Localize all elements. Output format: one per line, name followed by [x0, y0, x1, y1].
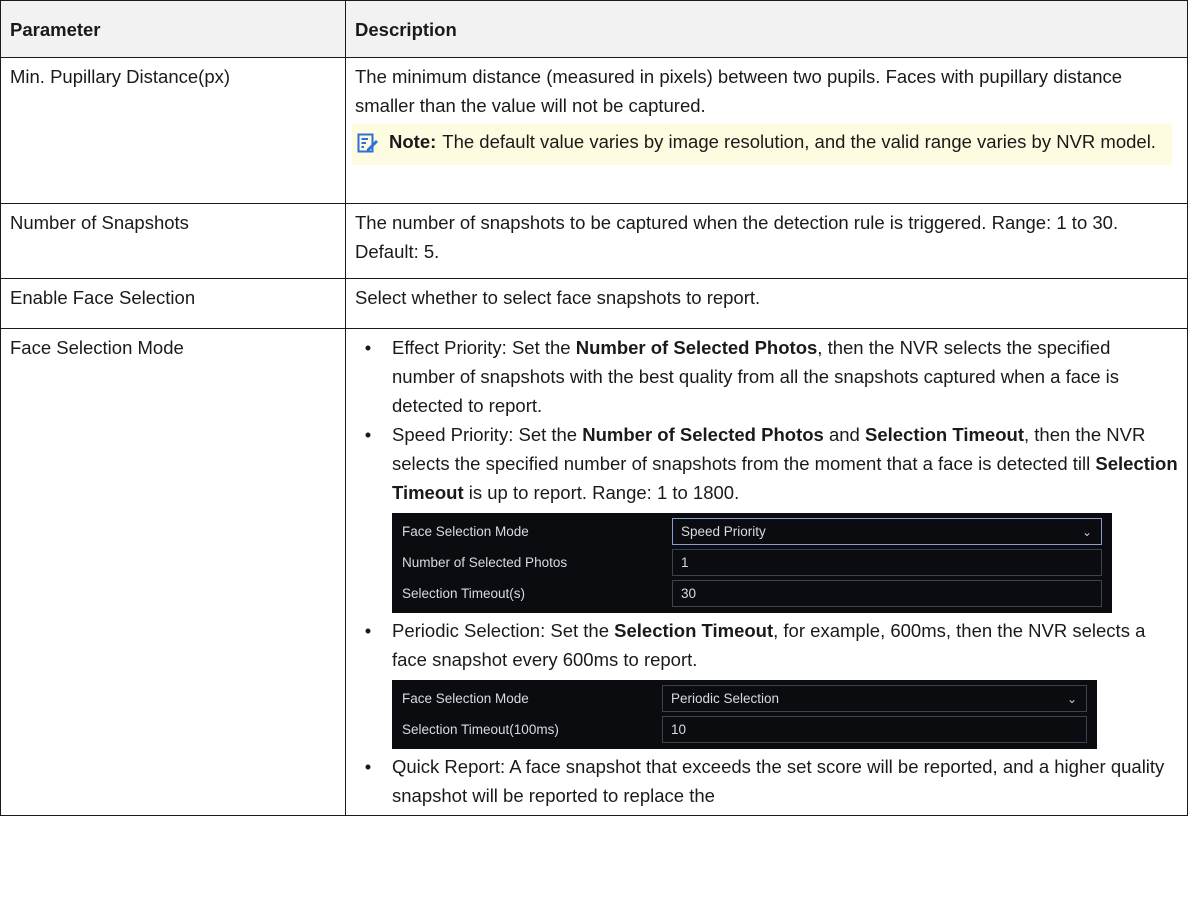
desc-min-pupillary-distance: The minimum distance (measured in pixels…	[345, 57, 1188, 204]
list-item-periodic-selection: • Periodic Selection: Set the Selection …	[355, 616, 1178, 749]
bullet: •	[364, 620, 372, 641]
setting-row: Number of Selected Photos 1	[402, 547, 1102, 578]
note-text: The default value varies by image resolu…	[442, 131, 1156, 152]
note-pen-icon	[357, 127, 385, 162]
text-run: is up to report. Range: 1 to 1800.	[463, 482, 740, 503]
note-box: Note: The default value varies by image r…	[352, 124, 1172, 165]
speed-priority-text: Speed Priority: Set the Number of Select…	[392, 424, 1178, 503]
setting-row: Face Selection Mode Speed Priority ⌄	[402, 516, 1102, 547]
bold-term: Number of Selected Photos	[575, 337, 818, 358]
text-run: Speed Priority: Set the	[392, 424, 583, 445]
face-selection-mode-dropdown[interactable]: Speed Priority ⌄	[672, 518, 1102, 545]
face-selection-mode-dropdown[interactable]: Periodic Selection ⌄	[662, 685, 1087, 712]
quick-report-text: Quick Report: A face snapshot that excee…	[392, 756, 1165, 806]
text-run: and	[823, 424, 865, 445]
desc-number-of-snapshots: The number of snapshots to be captured w…	[345, 203, 1188, 279]
number-of-selected-photos-label: Number of Selected Photos	[402, 554, 568, 570]
param-enable-face-selection: Enable Face Selection	[0, 278, 346, 329]
selected-value: Periodic Selection	[671, 690, 780, 706]
list-item-effect-priority: • Effect Priority: Set the Number of Sel…	[355, 333, 1178, 420]
table-row: Enable Face Selection Select whether to …	[0, 278, 1188, 329]
note-label: Note:	[389, 131, 437, 152]
table-row: Number of Snapshots The number of snapsh…	[0, 203, 1188, 279]
bold-term: Selection Timeout	[864, 424, 1024, 445]
bullet: •	[364, 424, 372, 445]
param-number-of-snapshots: Number of Snapshots	[0, 203, 346, 279]
table-row: Min. Pupillary Distance(px) The minimum …	[0, 57, 1188, 204]
text-run: Periodic Selection: Set the	[392, 620, 615, 641]
param-face-selection-mode: Face Selection Mode	[0, 328, 346, 816]
selection-timeout-input[interactable]: 30	[672, 580, 1102, 607]
selection-timeout-input[interactable]: 10	[662, 716, 1087, 743]
bullet: •	[364, 337, 372, 358]
header-description: Description	[345, 0, 1188, 58]
table-header-row: Parameter Description	[0, 0, 1188, 58]
bold-term: Number of Selected Photos	[582, 424, 824, 445]
periodic-selection-text: Periodic Selection: Set the Selection Ti…	[392, 620, 1145, 670]
input-value: 1	[681, 554, 689, 570]
bold-term: Selection Timeout	[614, 620, 774, 641]
chevron-down-icon: ⌄	[1081, 524, 1093, 539]
table-row: Face Selection Mode • Effect Priority: S…	[0, 328, 1188, 816]
input-value: 30	[681, 585, 697, 601]
face-selection-mode-label: Face Selection Mode	[402, 523, 529, 539]
parameter-table: Parameter Description Min. Pupillary Dis…	[0, 0, 1188, 816]
speed-priority-settings-panel: Face Selection Mode Speed Priority ⌄ Num…	[392, 513, 1112, 613]
selection-timeout-label: Selection Timeout(100ms)	[402, 721, 559, 737]
input-value: 10	[671, 721, 687, 737]
list-item-speed-priority: • Speed Priority: Set the Number of Sele…	[355, 420, 1178, 613]
header-parameter: Parameter	[0, 0, 346, 58]
list-item-quick-report: • Quick Report: A face snapshot that exc…	[355, 752, 1178, 810]
text-run: Effect Priority: Set the	[392, 337, 576, 358]
setting-row: Selection Timeout(100ms) 10	[402, 714, 1087, 745]
chevron-down-icon: ⌄	[1066, 691, 1078, 706]
description-text: The minimum distance (measured in pixels…	[355, 66, 1123, 116]
setting-row: Face Selection Mode Periodic Selection ⌄	[402, 683, 1087, 714]
mode-list: • Effect Priority: Set the Number of Sel…	[355, 333, 1178, 810]
note-content: Note: The default value varies by image r…	[385, 127, 1164, 156]
selection-timeout-label: Selection Timeout(s)	[402, 585, 526, 601]
face-selection-mode-label: Face Selection Mode	[402, 690, 529, 706]
selected-value: Speed Priority	[681, 523, 766, 539]
number-of-selected-photos-input[interactable]: 1	[672, 549, 1102, 576]
periodic-selection-settings-panel: Face Selection Mode Periodic Selection ⌄…	[392, 680, 1097, 749]
desc-enable-face-selection: Select whether to select face snapshots …	[345, 278, 1188, 329]
setting-row: Selection Timeout(s) 30	[402, 578, 1102, 609]
param-min-pupillary-distance: Min. Pupillary Distance(px)	[0, 57, 346, 204]
effect-priority-text: Effect Priority: Set the Number of Selec…	[392, 337, 1119, 416]
desc-face-selection-mode: • Effect Priority: Set the Number of Sel…	[345, 328, 1188, 816]
bullet: •	[364, 756, 372, 777]
